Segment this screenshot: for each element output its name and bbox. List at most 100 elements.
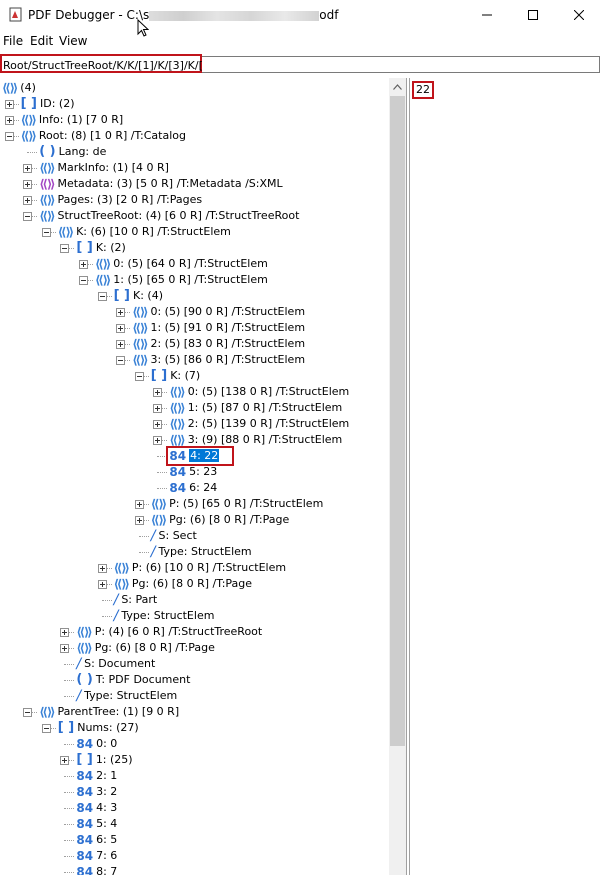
expand-icon[interactable] — [116, 308, 126, 317]
tree-node[interactable]: 84 5: 23 — [169, 464, 217, 480]
minimize-button[interactable] — [464, 0, 510, 30]
number-icon: 84 — [169, 465, 187, 479]
tree-node[interactable]: 84 4: 3 — [76, 800, 117, 816]
collapse-icon[interactable] — [4, 132, 14, 141]
dictionary-icon: ⟪⟫ — [169, 401, 185, 415]
expand-icon[interactable] — [23, 196, 33, 205]
tree-node[interactable]: ⟪⟫ 0: (5) [90 0 R] /T:StructElem — [132, 304, 305, 320]
dictionary-icon: ⟪⟫ — [95, 257, 111, 271]
tree-node[interactable]: ⟪⟫ Pg: (6) [8 0 R] /T:Page — [76, 640, 214, 656]
expand-icon[interactable] — [153, 436, 163, 445]
expand-icon[interactable] — [60, 644, 70, 653]
menu-edit[interactable]: Edit — [30, 34, 53, 48]
tree-node[interactable]: ⟪⟫ 2: (5) [83 0 R] /T:StructElem — [132, 336, 305, 352]
expand-icon[interactable] — [79, 260, 88, 269]
collapse-icon[interactable] — [41, 228, 51, 237]
scroll-up-button[interactable] — [389, 78, 406, 95]
tree-view[interactable]: ⟪⟫ (4)[ ] ID: (2) ⟪⟫ Info: (1) [7 0 R] ⟪⟫ Root… — [0, 78, 406, 875]
menu-file[interactable]: File — [3, 34, 23, 48]
collapse-icon[interactable] — [23, 212, 33, 221]
expand-icon[interactable] — [23, 180, 33, 189]
tree-node[interactable]: ⟪⟫ (4) — [2, 80, 36, 96]
tree-node-label: S: Part — [121, 593, 158, 606]
tree-node[interactable]: ( ) T: PDF Document — [76, 672, 190, 688]
tree-node[interactable]: [ ] ID: (2) — [21, 96, 75, 112]
collapse-icon[interactable] — [23, 708, 33, 717]
expand-icon[interactable] — [97, 580, 107, 589]
expand-icon[interactable] — [153, 388, 163, 397]
expand-icon[interactable] — [116, 324, 126, 333]
expand-icon[interactable] — [23, 164, 33, 173]
tree-node[interactable]: ⟪⟫ K: (6) [10 0 R] /T:StructElem — [58, 224, 231, 240]
tree-node[interactable]: ⟪⟫ Root: (8) [1 0 R] /T:Catalog — [21, 128, 186, 144]
tree-node[interactable]: / S: Part — [114, 592, 158, 608]
tree-node[interactable]: ⟪⟫ StructTreeRoot: (4) [6 0 R] /T:StructT… — [39, 208, 299, 224]
tree-node[interactable]: / S: Document — [76, 656, 155, 672]
expand-icon[interactable] — [153, 420, 163, 429]
expand-icon[interactable] — [134, 516, 144, 525]
tree-connector — [64, 696, 75, 698]
tree-node[interactable]: / S: Sect — [151, 528, 197, 544]
tree-node[interactable]: [ ] K: (2) — [76, 240, 125, 256]
tree-node[interactable]: [ ] 1: (25) — [76, 752, 132, 768]
tree-node[interactable]: ⟪⟫ 2: (5) [139 0 R] /T:StructElem — [169, 416, 349, 432]
tree-node[interactable]: / Type: StructElem — [114, 608, 215, 624]
dictionary-icon: ⟪⟫ — [132, 353, 148, 367]
expand-icon[interactable] — [97, 564, 107, 573]
expand-icon[interactable] — [4, 116, 14, 125]
tree-node[interactable]: ⟪⟫ Info: (1) [7 0 R] — [21, 112, 124, 128]
tree-node[interactable]: [ ] K: (4) — [114, 288, 163, 304]
expand-icon[interactable] — [60, 628, 70, 637]
maximize-button[interactable] — [510, 0, 556, 30]
tree-node[interactable]: ⟪⟫ P: (4) [6 0 R] /T:StructTreeRoot — [76, 624, 262, 640]
expand-icon[interactable] — [116, 340, 126, 349]
dictionary-icon: ⟪⟫ — [169, 385, 185, 399]
tree-node[interactable]: ⟪⟫ 0: (5) [138 0 R] /T:StructElem — [169, 384, 349, 400]
tree-node[interactable]: 84 8: 7 — [76, 864, 117, 875]
expand-icon[interactable] — [4, 100, 14, 109]
expand-icon[interactable] — [60, 756, 70, 765]
close-button[interactable] — [556, 0, 602, 30]
tree-node[interactable]: 84 6: 5 — [76, 832, 117, 848]
array-icon: [ ] — [150, 368, 168, 383]
tree-node[interactable]: ⟪⟫ Pages: (3) [2 0 R] /T:Pages — [39, 192, 202, 208]
tree-node-label: 3: (5) [86 0 R] /T:StructElem — [150, 353, 306, 366]
expand-icon[interactable] — [153, 404, 163, 413]
tree-node[interactable]: 84 3: 2 — [76, 784, 117, 800]
collapse-icon[interactable] — [79, 276, 88, 285]
collapse-icon[interactable] — [116, 356, 126, 365]
path-input[interactable]: Root/StructTreeRoot/K/K/[1]/K/[3]/K/[4] — [0, 54, 218, 73]
collapse-icon[interactable] — [134, 372, 144, 381]
tree-node[interactable]: ⟪⟫ 1: (5) [87 0 R] /T:StructElem — [169, 400, 342, 416]
tree-node[interactable]: ⟪⟫ 1: (5) [65 0 R] /T:StructElem — [95, 272, 268, 288]
collapse-icon[interactable] — [97, 292, 107, 301]
tree-node[interactable]: ⟪⟫ ParentTree: (1) [9 0 R] — [39, 704, 179, 720]
tree-node[interactable]: ⟪⟫ 0: (5) [64 0 R] /T:StructElem — [95, 256, 268, 272]
path-input-remainder[interactable] — [202, 56, 600, 73]
tree-node[interactable]: ⟪⟫ Pg: (6) [8 0 R] /T:Page — [151, 512, 289, 528]
tree-node[interactable]: ( ) Lang: de — [39, 144, 106, 160]
tree-node[interactable]: / Type: StructElem — [151, 544, 252, 560]
tree-node[interactable]: ⟪⟫ 1: (5) [91 0 R] /T:StructElem — [132, 320, 305, 336]
tree-node[interactable]: ⟪⟫ P: (5) [65 0 R] /T:StructElem — [151, 496, 324, 512]
tree-scrollbar[interactable] — [389, 78, 406, 875]
menu-view[interactable]: View — [59, 34, 87, 48]
tree-node[interactable]: ⟪⟫ Metadata: (3) [5 0 R] /T:Metadata /S:X… — [39, 176, 282, 192]
tree-node[interactable]: [ ] K: (7) — [151, 368, 200, 384]
tree-node[interactable]: 84 6: 24 — [169, 480, 217, 496]
tree-node[interactable]: 84 0: 0 — [76, 736, 117, 752]
tree-node[interactable]: 84 5: 4 — [76, 816, 117, 832]
collapse-icon[interactable] — [41, 724, 51, 733]
tree-node[interactable]: ⟪⟫ P: (6) [10 0 R] /T:StructElem — [114, 560, 287, 576]
tree-node[interactable]: / Type: StructElem — [76, 688, 177, 704]
expand-icon[interactable] — [134, 500, 144, 509]
tree-node[interactable]: [ ] Nums: (27) — [58, 720, 139, 736]
tree-node[interactable]: 84 7: 6 — [76, 848, 117, 864]
tree-node[interactable]: ⟪⟫ 3: (5) [86 0 R] /T:StructElem — [132, 352, 305, 368]
tree-node[interactable]: 84 2: 1 — [76, 768, 117, 784]
tree-connector — [101, 616, 112, 618]
scroll-thumb[interactable] — [390, 96, 405, 746]
tree-node[interactable]: ⟪⟫ Pg: (6) [8 0 R] /T:Page — [114, 576, 252, 592]
collapse-icon[interactable] — [60, 244, 70, 253]
tree-node[interactable]: ⟪⟫ MarkInfo: (1) [4 0 R] — [39, 160, 169, 176]
